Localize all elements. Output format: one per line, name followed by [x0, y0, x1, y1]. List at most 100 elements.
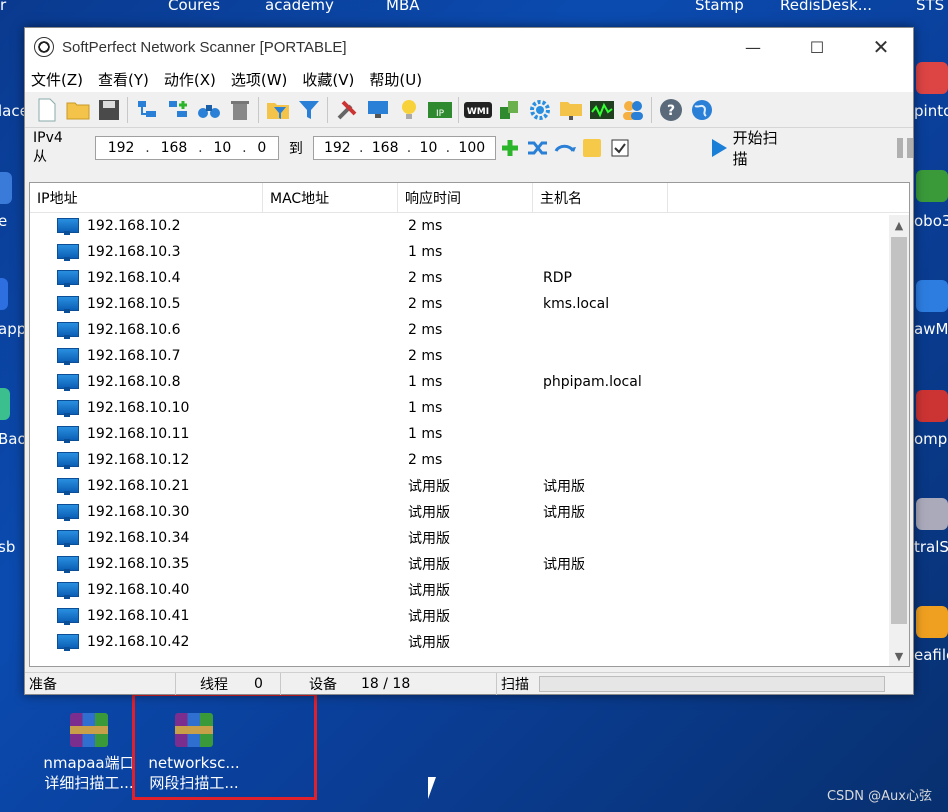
- table-row[interactable]: 192.168.10.12 2 ms: [30, 447, 909, 473]
- shuffle-icon[interactable]: [524, 134, 551, 162]
- ip-octet[interactable]: 100: [458, 140, 485, 156]
- menu-view[interactable]: 查看(Y): [98, 69, 149, 90]
- binoculars-icon[interactable]: [193, 95, 224, 125]
- desktop-icon-label[interactable]: awM: [914, 320, 948, 338]
- table-row[interactable]: 192.168.10.21 试用版 试用版: [30, 473, 909, 499]
- add-range-icon[interactable]: [496, 134, 523, 162]
- menu-actions[interactable]: 动作(X): [164, 69, 216, 90]
- tree-collapse-icon[interactable]: [131, 95, 162, 125]
- desktop-icon-label[interactable]: e: [0, 212, 7, 230]
- desktop-app-icon[interactable]: [916, 498, 948, 530]
- filter-folder-icon[interactable]: [262, 95, 293, 125]
- desktop-icon-label[interactable]: RedisDesk...: [780, 0, 872, 14]
- traffic-monitor-icon[interactable]: [586, 95, 617, 125]
- table-row[interactable]: 192.168.10.5 2 ms kms.local: [30, 291, 909, 317]
- save-icon[interactable]: [93, 95, 124, 125]
- ip-octet[interactable]: 10: [420, 140, 438, 156]
- desktop-app-icon[interactable]: [916, 170, 948, 202]
- desktop-icon-label[interactable]: app: [0, 320, 26, 338]
- scroll-thumb[interactable]: [891, 237, 907, 624]
- maximize-button[interactable]: ☐: [785, 28, 849, 66]
- end-ip-input[interactable]: 192. 168. 10. 100: [312, 136, 497, 160]
- menu-file[interactable]: 文件(Z): [31, 69, 83, 90]
- desktop-app-icon[interactable]: [916, 62, 948, 94]
- shared-folder-icon[interactable]: [555, 95, 586, 125]
- open-folder-icon[interactable]: [62, 95, 93, 125]
- desktop-icon-label[interactable]: Coures: [168, 0, 220, 14]
- ip-octet[interactable]: 192: [324, 140, 351, 156]
- scroll-up-icon[interactable]: ▲: [889, 215, 909, 235]
- ip-card-icon[interactable]: IP: [424, 95, 455, 125]
- users-icon[interactable]: [617, 95, 648, 125]
- desktop-app-icon[interactable]: [916, 280, 948, 312]
- desktop-icon-label[interactable]: eafile: [914, 646, 948, 664]
- gear-icon[interactable]: [524, 95, 555, 125]
- column-header-response-time[interactable]: 响应时间: [398, 183, 533, 213]
- checkbox-icon[interactable]: [606, 134, 633, 162]
- title-bar[interactable]: SoftPerfect Network Scanner [PORTABLE] —…: [25, 28, 913, 66]
- menu-favorites[interactable]: 收藏(V): [302, 69, 354, 90]
- desktop-icon-label[interactable]: tralS: [914, 538, 948, 556]
- table-row[interactable]: 192.168.10.7 2 ms: [30, 343, 909, 369]
- desktop-icon-label[interactable]: STS: [916, 0, 944, 14]
- column-header-hostname[interactable]: 主机名: [533, 183, 668, 213]
- globe-icon[interactable]: [686, 95, 717, 125]
- ip-octet[interactable]: 0: [257, 140, 266, 156]
- start-scan-button[interactable]: 开始扫描: [711, 127, 791, 169]
- tools-icon[interactable]: [331, 95, 362, 125]
- remote-computer-icon[interactable]: [362, 95, 393, 125]
- refresh-arc-icon[interactable]: [551, 134, 578, 162]
- desktop-app-icon[interactable]: [916, 606, 948, 638]
- column-header-ip[interactable]: IP地址: [30, 183, 263, 213]
- start-ip-input[interactable]: 192. 168. 10. 0: [95, 136, 279, 160]
- table-row[interactable]: 192.168.10.35 试用版 试用版: [30, 551, 909, 577]
- desktop-icon-label[interactable]: academy: [265, 0, 334, 14]
- desktop-app-icon[interactable]: [0, 172, 12, 204]
- table-row[interactable]: 192.168.10.6 2 ms: [30, 317, 909, 343]
- desktop-app-icon[interactable]: [916, 390, 948, 422]
- table-row[interactable]: 192.168.10.34 试用版: [30, 525, 909, 551]
- minimize-button[interactable]: —: [721, 28, 785, 66]
- registry-icon[interactable]: [493, 95, 524, 125]
- lightbulb-icon[interactable]: [393, 95, 424, 125]
- desktop-icon-label[interactable]: obo3: [914, 212, 948, 230]
- desktop-icon-label[interactable]: Stamp: [695, 0, 744, 14]
- table-row[interactable]: 192.168.10.3 1 ms: [30, 239, 909, 265]
- vertical-scrollbar[interactable]: ▲ ▼: [889, 215, 909, 666]
- new-file-icon[interactable]: [31, 95, 62, 125]
- scroll-down-icon[interactable]: ▼: [889, 646, 909, 666]
- help-icon[interactable]: ?: [655, 95, 686, 125]
- pause-button[interactable]: [896, 138, 913, 158]
- table-row[interactable]: 192.168.10.8 1 ms phpipam.local: [30, 369, 909, 395]
- table-row[interactable]: 192.168.10.11 1 ms: [30, 421, 909, 447]
- table-row[interactable]: 192.168.10.30 试用版 试用版: [30, 499, 909, 525]
- table-row[interactable]: 192.168.10.4 2 ms RDP: [30, 265, 909, 291]
- table-row[interactable]: 192.168.10.41 试用版: [30, 603, 909, 629]
- desktop-top-label-r[interactable]: r: [0, 0, 6, 14]
- desktop-icon-label[interactable]: ompa: [914, 430, 948, 448]
- sticky-note-icon[interactable]: [579, 134, 606, 162]
- close-button[interactable]: ✕: [849, 28, 913, 66]
- desktop-app-icon[interactable]: [0, 388, 10, 420]
- ip-octet[interactable]: 192: [108, 140, 135, 156]
- table-row[interactable]: 192.168.10.10 1 ms: [30, 395, 909, 421]
- ip-octet[interactable]: 10: [213, 140, 231, 156]
- desktop-icon-label[interactable]: MBA: [386, 0, 420, 14]
- desktop-icon-label[interactable]: pinto: [914, 102, 948, 120]
- results-list[interactable]: IP地址 MAC地址 响应时间 主机名 192.168.10.2 2 ms 192.…: [29, 182, 910, 667]
- tree-expand-icon[interactable]: [162, 95, 193, 125]
- desktop-icon-nmap[interactable]: nmapaa端口 详细扫描工...: [34, 713, 144, 793]
- table-row[interactable]: 192.168.10.40 试用版: [30, 577, 909, 603]
- menu-options[interactable]: 选项(W): [231, 69, 288, 90]
- column-header-mac[interactable]: MAC地址: [263, 183, 398, 213]
- desktop-app-icon[interactable]: [0, 278, 8, 310]
- ip-octet[interactable]: 168: [372, 140, 399, 156]
- table-row[interactable]: 192.168.10.2 2 ms: [30, 213, 909, 239]
- wmi-icon[interactable]: WMI: [462, 95, 493, 125]
- desktop-icon-label[interactable]: Bao: [0, 430, 27, 448]
- filter-icon[interactable]: [293, 95, 324, 125]
- table-row[interactable]: 192.168.10.42 试用版: [30, 629, 909, 655]
- ip-octet[interactable]: 168: [161, 140, 188, 156]
- menu-help[interactable]: 帮助(U): [369, 69, 422, 90]
- trash-icon[interactable]: [224, 95, 255, 125]
